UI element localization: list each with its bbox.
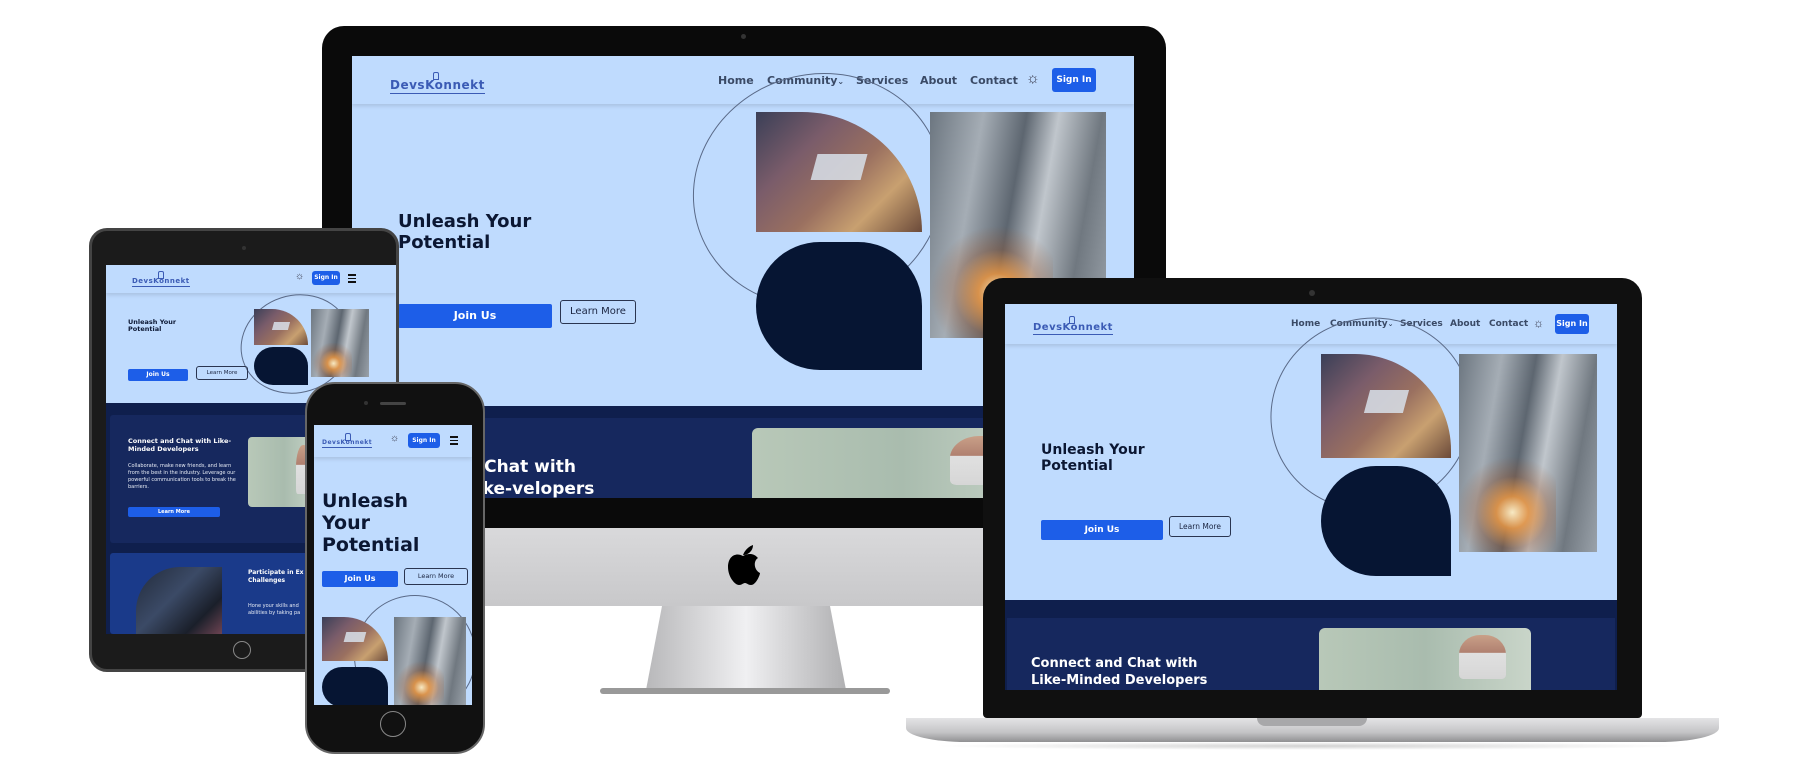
imac-foot [600,688,890,694]
join-us-button[interactable]: Join Us [128,369,188,381]
connect-title: Connect and Chat with Like-Minded Develo… [128,437,232,454]
connect-text: Collaborate, make new friends, and learn… [128,463,236,490]
laptop-camera [1309,290,1315,296]
imac-stand [646,606,846,690]
laptop-notch [1257,718,1367,726]
join-us-button[interactable]: Join Us [322,571,398,587]
connect-title: Connect and Chat with Like-Minded Develo… [1031,656,1208,688]
phone-speaker [380,402,406,405]
skyscraper-image [311,309,369,377]
nav-home[interactable]: Home [718,74,754,87]
menu-icon[interactable] [348,274,356,285]
learn-more-button[interactable]: Learn More [196,366,248,380]
learn-more-button[interactable]: Learn More [560,300,636,324]
decorative-blob [254,347,308,385]
sign-in-button[interactable]: Sign In [1052,68,1096,92]
theme-toggle-icon[interactable]: ☼ [1026,70,1040,87]
sign-in-button[interactable]: Sign In [1555,314,1589,334]
hero-title: Unleash Your Potential [1041,442,1145,475]
nav-contact[interactable]: Contact [970,74,1018,87]
decorative-blob [1321,466,1451,576]
tablet-home-button[interactable] [233,641,251,659]
nav-contact[interactable]: Contact [1489,319,1528,329]
phone-screen: DevsKonnekt ☼ Sign In Unleash Your Poten… [314,425,472,705]
skyscraper-image [394,617,466,705]
nav-home[interactable]: Home [1291,319,1320,329]
apple-logo-icon [726,543,760,585]
menu-icon[interactable] [450,436,458,447]
sign-in-button[interactable]: Sign In [312,271,340,285]
join-us-button[interactable]: Join Us [1041,520,1163,540]
theme-toggle-icon[interactable]: ☼ [1533,316,1544,330]
nav-about[interactable]: About [920,74,957,87]
theme-toggle-icon[interactable]: ☼ [295,271,304,282]
nav-about[interactable]: About [1450,319,1480,329]
phone-home-button[interactable] [380,711,406,737]
hero-title: Unleash Your Potential [322,490,420,556]
laptop-screen: DevsKonnekt Home Community⌄ Services Abo… [1005,304,1617,690]
logo[interactable]: DevsKonnekt [390,72,485,94]
skyscraper-image [1459,354,1597,552]
imac-camera [741,34,746,39]
connect-learn-more-button[interactable]: Learn More [128,507,220,517]
tablet-camera [242,246,246,250]
learn-more-button[interactable]: Learn More [404,568,468,585]
hero-title: Unleash Your Potential [128,318,177,334]
laptop-shadow [930,742,1690,750]
logo[interactable]: DevsKonnekt [132,271,190,287]
connect-title-partial: d Chat with Like-velopers [466,457,595,498]
developer-image [1319,628,1531,690]
sign-in-button[interactable]: Sign In [408,433,440,448]
phone-camera [364,401,368,405]
join-us-button[interactable]: Join Us [398,304,552,328]
learn-more-button[interactable]: Learn More [1169,516,1231,537]
logo[interactable]: DevsKonnekt [1033,316,1113,335]
decorative-blob [322,667,388,705]
theme-toggle-icon[interactable]: ☼ [390,433,399,444]
decorative-blob [756,242,922,370]
hero-title: Unleash Your Potential [398,211,532,253]
logo[interactable]: DevsKonnekt [322,433,373,448]
